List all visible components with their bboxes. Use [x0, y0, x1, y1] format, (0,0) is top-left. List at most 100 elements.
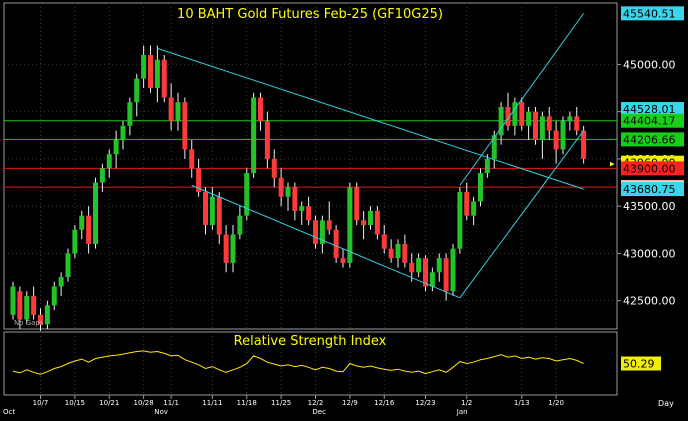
x-tick-label-9: 12/9 — [342, 399, 358, 407]
candle-body-55 — [388, 248, 394, 259]
candle-body-1 — [17, 291, 23, 320]
candle-body-36 — [258, 97, 263, 122]
candle-body-80 — [560, 121, 566, 150]
candle-body-23 — [168, 97, 174, 122]
x-tick-label-1: 10/15 — [65, 399, 85, 407]
candle-body-24 — [175, 102, 181, 122]
y-tick-label-5: 45000.00 — [623, 58, 676, 71]
candle-body-77 — [539, 116, 545, 141]
candle-body-62 — [436, 258, 442, 273]
rsi-title: Relative Strength Index — [234, 334, 387, 349]
candle-body-48 — [340, 258, 346, 263]
candle-body-53 — [374, 210, 380, 235]
candle-body-28 — [203, 191, 208, 226]
candle-body-18 — [134, 78, 140, 103]
candle-body-30 — [216, 196, 222, 235]
price-label-3: 44206.66 — [623, 133, 676, 146]
price-label-5: 43900.00 — [623, 162, 676, 175]
candle-body-82 — [574, 116, 580, 131]
candle-body-69 — [484, 158, 490, 174]
candle-body-2 — [24, 295, 30, 320]
month-label-3: Jan — [456, 408, 468, 416]
candle-body-81 — [567, 116, 573, 122]
candle-body-14 — [106, 154, 112, 169]
candle-body-29 — [209, 196, 215, 226]
candle-body-64 — [450, 248, 456, 292]
month-label-1: Nov — [154, 408, 168, 416]
x-tick-label-11: 12/23 — [415, 399, 435, 407]
price-label-2: 44404.17 — [623, 115, 676, 128]
candle-body-68 — [478, 173, 483, 202]
candle-body-43 — [306, 206, 312, 221]
candle-body-16 — [120, 125, 126, 141]
candle-body-5 — [44, 305, 50, 325]
candle-body-54 — [381, 234, 387, 249]
candle-body-31 — [223, 234, 229, 263]
candle-body-26 — [189, 149, 195, 169]
candle-body-10 — [79, 215, 85, 230]
last-price-arrow: ▸ — [610, 160, 615, 170]
candle-body-51 — [361, 220, 367, 226]
candle-body-40 — [285, 187, 291, 197]
candle-body-61 — [429, 272, 435, 287]
candle-body-58 — [409, 262, 415, 273]
x-tick-label-12: 1/2 — [461, 399, 472, 407]
x-tick-label-13: 1/13 — [514, 399, 530, 407]
candle-body-11 — [86, 215, 92, 244]
gold-futures-chart[interactable]: 10 BAHT Gold Futures Feb-25 (GF10G25) No … — [0, 0, 688, 417]
y-tick-label-1: 43000.00 — [623, 247, 676, 260]
x-tick-label-7: 11/25 — [271, 399, 291, 407]
candle-body-39 — [278, 177, 284, 197]
y-tick-label-2: 43500.00 — [623, 200, 676, 213]
chart-title: 10 BAHT Gold Futures Feb-25 (GF10G25) — [177, 7, 443, 22]
x-tick-label-14: 1/20 — [548, 399, 564, 407]
candle-body-20 — [148, 54, 153, 89]
candle-body-38 — [271, 158, 277, 178]
candle-body-37 — [264, 121, 270, 159]
candle-body-65 — [457, 191, 463, 249]
candle-body-33 — [237, 215, 243, 235]
candle-body-25 — [182, 102, 188, 150]
candle-body-6 — [51, 286, 57, 306]
candle-body-59 — [416, 258, 422, 273]
candle-body-22 — [161, 59, 167, 98]
candle-body-67 — [471, 201, 477, 216]
candle-body-83 — [581, 130, 587, 159]
candle-body-70 — [491, 135, 497, 159]
candle-body-0 — [10, 286, 16, 315]
candle-body-46 — [326, 220, 332, 230]
month-label-0: Oct — [3, 408, 15, 416]
candle-body-44 — [313, 220, 318, 244]
candle-body-42 — [299, 206, 305, 211]
x-tick-label-0: 10/7 — [33, 399, 49, 407]
candle-body-9 — [72, 229, 78, 254]
candle-body-63 — [443, 258, 449, 292]
x-tick-label-6: 11/18 — [237, 399, 257, 407]
candle-body-75 — [526, 111, 532, 126]
candle-body-52 — [368, 210, 373, 226]
x-tick-label-2: 10/21 — [99, 399, 119, 407]
candle-body-76 — [533, 111, 538, 141]
candle-body-7 — [58, 277, 64, 287]
candle-body-13 — [99, 168, 105, 183]
candle-body-47 — [333, 229, 339, 259]
month-label-2: Dec — [312, 408, 326, 416]
candle-body-15 — [113, 140, 119, 155]
no-gaps-label: No Gaps — [14, 319, 44, 327]
period-label: Day — [658, 399, 674, 408]
candle-body-74 — [519, 102, 525, 126]
x-tick-label-3: 10/28 — [134, 399, 154, 407]
x-tick-label-10: 12/16 — [374, 399, 395, 407]
x-tick-label-4: 11/1 — [163, 399, 179, 407]
y-tick-label-0: 42500.00 — [623, 295, 676, 308]
rsi-value-label: 50.29 — [623, 358, 655, 371]
candle-body-78 — [546, 116, 552, 131]
price-label-0: 45540.51 — [623, 7, 676, 20]
x-tick-label-5: 11/11 — [202, 399, 222, 407]
candle-body-32 — [230, 234, 236, 263]
candle-body-41 — [292, 187, 298, 211]
candle-body-79 — [553, 130, 559, 150]
candle-body-57 — [402, 243, 408, 263]
candle-body-8 — [65, 253, 71, 278]
candle-body-66 — [464, 191, 470, 216]
